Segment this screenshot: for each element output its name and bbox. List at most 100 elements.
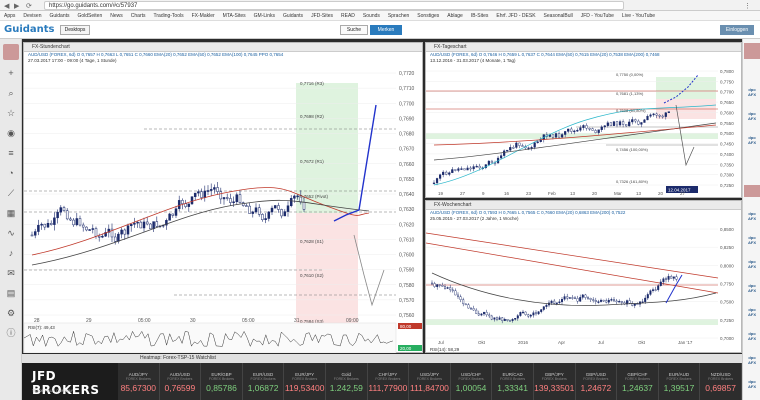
broker-icon[interactable]: dpo AFX	[744, 211, 760, 221]
document-icon[interactable]: ▤	[4, 287, 18, 299]
bookmark-item[interactable]: Live - YouTube	[618, 11, 659, 20]
quote-tile[interactable]: EUR/JPY FOREX Brokers 119,53400	[284, 363, 326, 400]
quote-tile[interactable]: EUR/GBP FOREX Brokers 0,85786	[201, 363, 243, 400]
weekly-chart-panel[interactable]: FX-Wochenchart AUD/USD (FOREX, 6d) O 0,7…	[425, 200, 742, 353]
guidants-logo[interactable]: Guidants	[4, 24, 55, 35]
bookmark-item[interactable]: READ	[337, 11, 359, 20]
quote-tile[interactable]: GBP/JPY FOREX Brokers 139,33501	[534, 363, 576, 400]
info-icon[interactable]: ⓘ	[4, 327, 18, 339]
candle-body	[222, 197, 226, 200]
quote-tile[interactable]: CHF/JPY FOREX Brokers 111,77900	[368, 363, 410, 400]
candle-body	[193, 192, 197, 197]
quote-tile[interactable]: USD/JPY FOREX Brokers 111,84700	[409, 363, 451, 400]
grid-icon[interactable]: ▦	[4, 207, 18, 219]
broker-icon[interactable]: dpo AFX	[744, 259, 760, 269]
candle-body	[621, 121, 625, 125]
bookmark-item[interactable]: JFD-Sites	[307, 11, 337, 20]
broker-icon[interactable]: dpo AFX	[744, 307, 760, 317]
bookmark-item[interactable]: FX-Makler	[188, 11, 219, 20]
bookmark-item[interactable]: Apps	[0, 11, 19, 20]
quote-tile[interactable]: AUD/USD FOREX Brokers 0,76599	[160, 363, 202, 400]
quote-tile[interactable]: EUR/AUD FOREX Brokers 1,39517	[659, 363, 701, 400]
y-tick-label: 0,7250	[720, 318, 734, 323]
quote-value: 1,39517	[663, 383, 695, 393]
plus-icon[interactable]: +	[4, 67, 18, 79]
broker-banner[interactable]: JFD BROKERS TRADE YOUR OWN WAY	[22, 363, 118, 400]
bookmark-item[interactable]: Guidants	[45, 11, 73, 20]
broker-icon[interactable]: dpo AFX	[744, 283, 760, 293]
desktops-button[interactable]: Desktops	[60, 25, 90, 35]
bookmark-item[interactable]: Sonstiges	[413, 11, 443, 20]
bookmark-item[interactable]: Sprachen	[384, 11, 413, 20]
chat-icon[interactable]: ✉	[4, 267, 18, 279]
search-button[interactable]: Suche	[340, 25, 368, 35]
chart-period: 13.12.2016 - 31.03.2017 (4 Monate, 1 Tag…	[430, 58, 516, 63]
menu-icon[interactable]: ⋮	[744, 2, 751, 10]
quote-tile[interactable]: GBP/CHF FOREX Brokers 1,24637	[617, 363, 659, 400]
bookmark-item[interactable]: Sounds	[359, 11, 384, 20]
daily-chart-canvas[interactable]: 0,7800 0,7750 0,7700 0,7650 0,7600 0,7550 0,75…	[426, 65, 741, 198]
x-tick-label: 20	[592, 191, 598, 196]
list-icon[interactable]: ≡	[4, 147, 18, 159]
broker-icon[interactable]: dpo AFX	[744, 331, 760, 341]
pie-chart-icon[interactable]: ◔	[4, 167, 18, 179]
broker-icon[interactable]: dpo AFX	[744, 87, 760, 97]
gear-icon[interactable]: ⚙	[4, 307, 18, 319]
bookmark-button[interactable]: Merken	[370, 25, 402, 35]
quote-tile[interactable]: GBP/USD FOREX Brokers 1,24672	[576, 363, 618, 400]
avatar[interactable]	[3, 44, 19, 60]
fib-red-zone	[296, 213, 358, 323]
forward-icon[interactable]: ▶	[14, 2, 19, 10]
x-tick-label: Apr	[558, 340, 566, 345]
bookmark-item[interactable]: GoldSeiten	[74, 11, 107, 20]
broker-icon[interactable]: dpo AFX	[744, 379, 760, 389]
candle-body	[470, 307, 473, 310]
login-button[interactable]: Einloggen	[720, 25, 754, 35]
eye-icon[interactable]: ◉	[4, 127, 18, 139]
bookmark-item[interactable]: MTA-Sites	[219, 11, 250, 20]
candle-body	[302, 201, 306, 210]
bookmark-item[interactable]: IB-Sites	[467, 11, 493, 20]
bookmark-item[interactable]: Ablage	[443, 11, 467, 20]
bookmark-item[interactable]: Devisen	[19, 11, 45, 20]
bookmark-item[interactable]: Charts	[127, 11, 150, 20]
broker-icon[interactable]: dpo AFX	[744, 355, 760, 365]
bookmark-item[interactable]: JFD - YouTube	[577, 11, 618, 20]
bookmark-item[interactable]: Guidants	[279, 11, 307, 20]
avatar[interactable]	[744, 43, 760, 59]
candle-body	[628, 121, 631, 127]
search-icon[interactable]: ⌕	[4, 87, 18, 99]
quote-tile[interactable]: USD/CHF FOREX Brokers 1,00054	[451, 363, 493, 400]
quote-tile[interactable]: EUR/USD FOREX Brokers 1,06872	[243, 363, 285, 400]
weekly-chart-canvas[interactable]: 0,8500 0,8250 0,8000 0,7750 0,7500 0,7250 0,70…	[426, 223, 741, 353]
candle-body	[555, 302, 558, 304]
broker-icon[interactable]: dpo AFX	[744, 235, 760, 245]
star-icon[interactable]: ☆	[4, 107, 18, 119]
candle-body	[558, 301, 561, 304]
y-tick-label: 0,7560	[399, 313, 415, 319]
candle-body	[457, 168, 460, 171]
broker-icon[interactable]: dpo AFX	[744, 111, 760, 121]
quote-tile[interactable]: Gold FOREX Brokers 1.242,59	[326, 363, 368, 400]
bookmark-item[interactable]: News	[106, 11, 127, 20]
address-input[interactable]: https://go.guidants.com/#c/57937	[44, 1, 624, 10]
chart-icon[interactable]: ⟋	[4, 187, 18, 199]
bell-icon[interactable]: ♪	[4, 247, 18, 259]
candle-body	[174, 208, 178, 216]
back-icon[interactable]: ◀	[4, 2, 9, 10]
daily-chart-panel[interactable]: FX-Tageschart AUD/USD (FOREX, 6d) O 0,76…	[425, 42, 742, 198]
bookmark-item[interactable]: SeasonalBull	[540, 11, 577, 20]
broker-icon[interactable]: dpo AFX	[744, 135, 760, 145]
bookmark-item[interactable]: Trading-Tools	[150, 11, 188, 20]
candle-body	[448, 172, 451, 175]
avatar[interactable]	[744, 185, 760, 197]
reload-icon[interactable]: ⟳	[26, 2, 32, 10]
hourly-chart-canvas[interactable]: 0,7720 0,7710 0,7700 0,7690 0,7680 0,7670 0,76…	[24, 65, 422, 353]
hourly-chart-panel[interactable]: FX-Stundenchart AUD/USD (FOREX, 6d) O 0,…	[23, 42, 423, 353]
graph-icon[interactable]: ∿	[4, 227, 18, 239]
bookmark-item[interactable]: Ehrf. JFD - DESK	[492, 11, 539, 20]
quote-tile[interactable]: EUR/CAD FOREX Brokers 1,33341	[492, 363, 534, 400]
bookmark-item[interactable]: GM-Links	[250, 11, 279, 20]
quote-tile[interactable]: NZD/USD FOREX Brokers 0,69857	[700, 363, 742, 400]
quote-tile[interactable]: AUD/JPY FOREX Brokers 85,67300	[118, 363, 160, 400]
